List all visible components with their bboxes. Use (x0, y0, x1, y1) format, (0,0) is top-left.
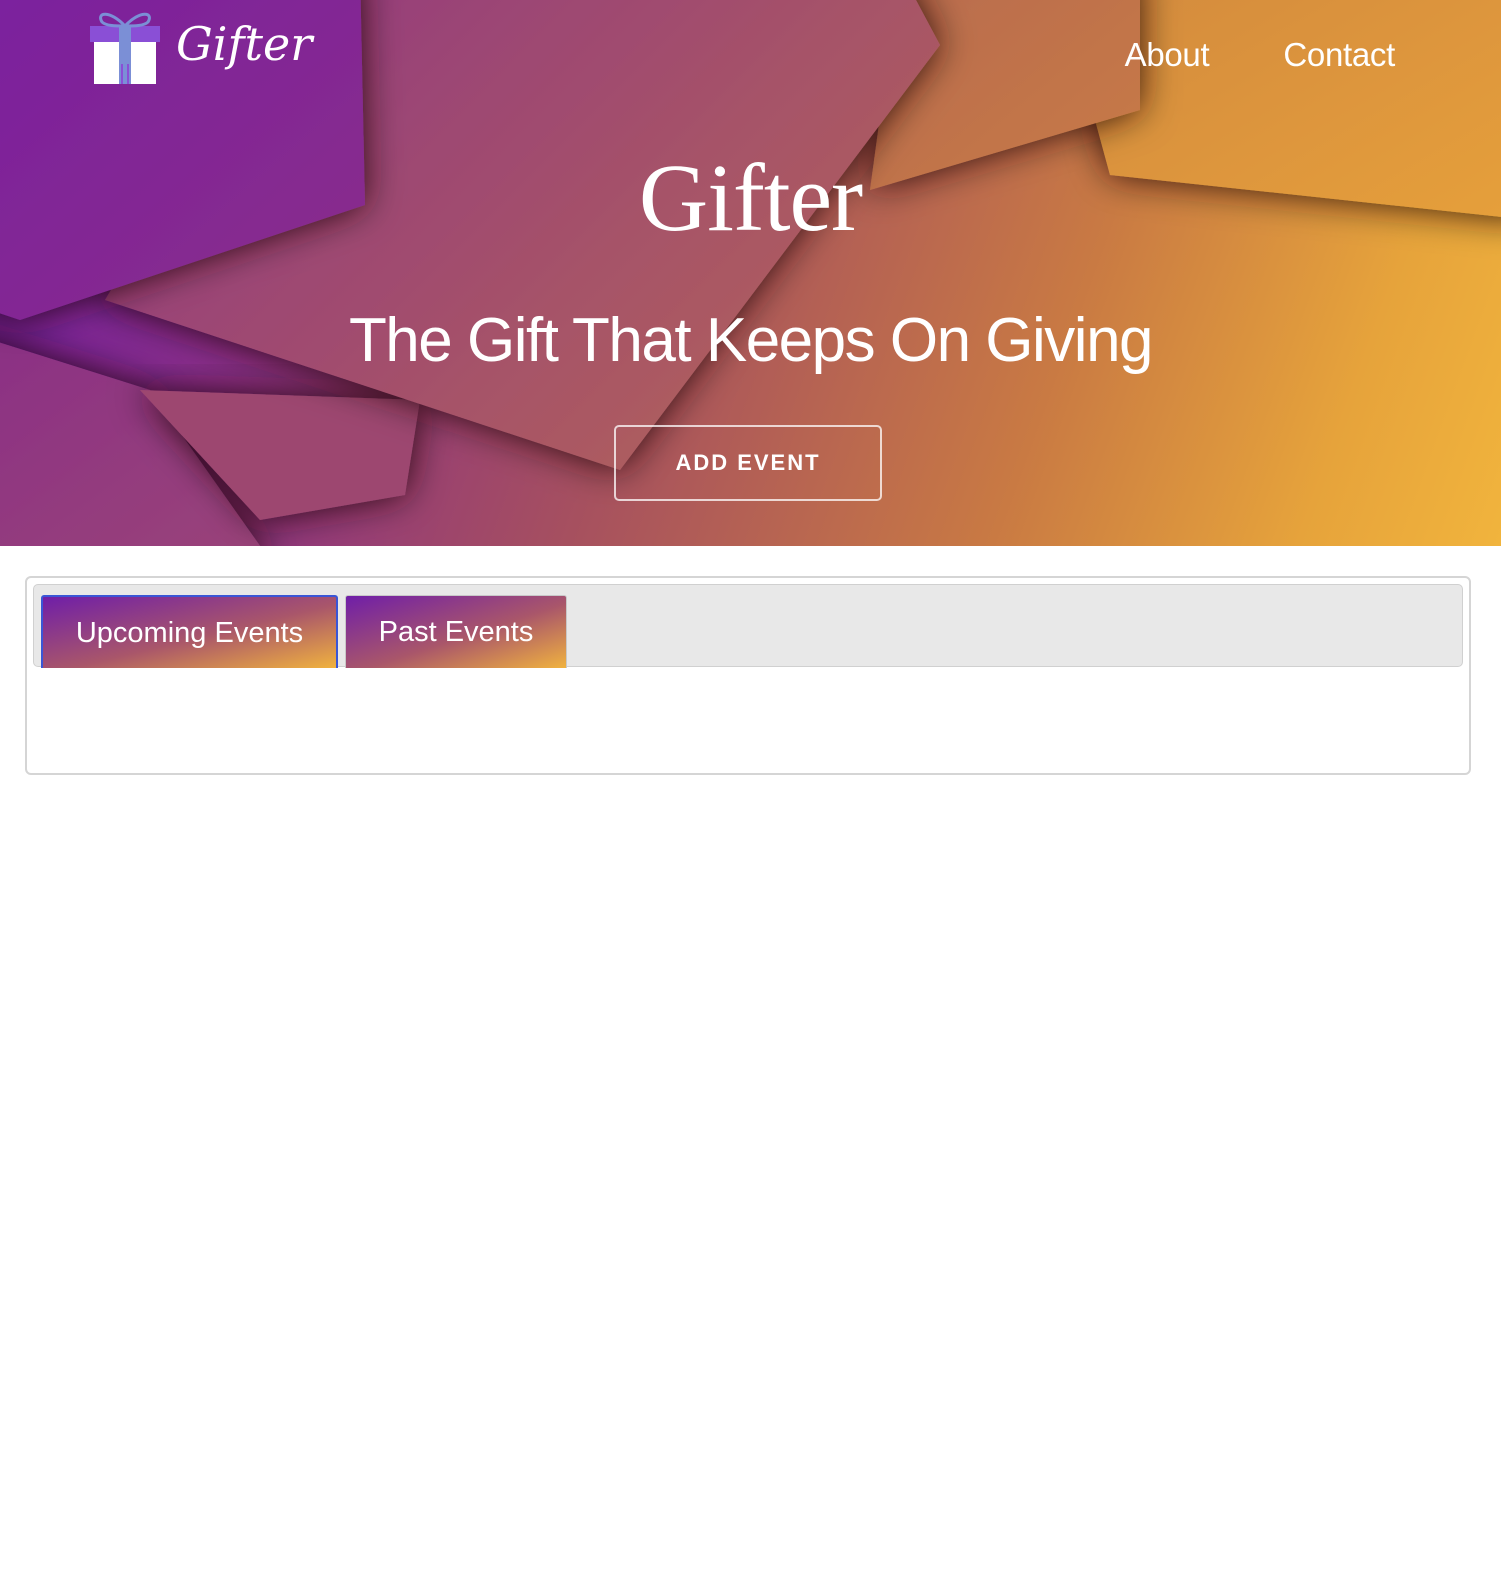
nav-about-link[interactable]: About (1125, 36, 1210, 74)
tab-past-events[interactable]: Past Events (345, 595, 567, 668)
brand-name: Gifter (176, 17, 313, 71)
gift-box-icon (90, 12, 160, 84)
tab-upcoming-events[interactable]: Upcoming Events (41, 595, 338, 668)
hero-banner: Gifter About Contact Gifter The Gift Tha… (0, 0, 1501, 546)
tab-panel (27, 670, 1469, 770)
add-event-button[interactable]: ADD EVENT (614, 425, 882, 501)
events-tabs-container: Upcoming Events Past Events (25, 576, 1471, 775)
top-nav: About Contact (1125, 36, 1396, 74)
hero-subtitle: The Gift That Keeps On Giving (348, 306, 1154, 375)
brand-logo[interactable]: Gifter (88, 8, 312, 86)
nav-contact-link[interactable]: Contact (1283, 36, 1395, 74)
hero-title: Gifter (638, 144, 863, 251)
tab-bar: Upcoming Events Past Events (33, 584, 1463, 668)
